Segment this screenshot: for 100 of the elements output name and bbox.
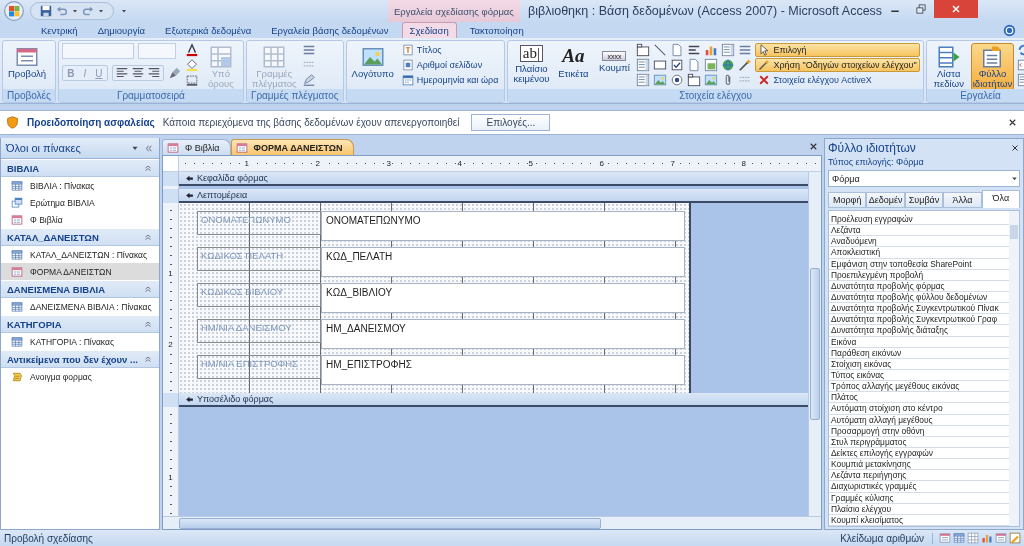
property-name[interactable]: Τύπος εικόνας <box>829 369 1009 382</box>
property-name[interactable]: Αναδυόμενη <box>829 236 1009 248</box>
property-name[interactable]: Δυνατότητα προβολής Συγκεντρωτικού Γραφ <box>829 314 1009 326</box>
property-name[interactable]: Προέλευση εγγραφών <box>829 214 1009 226</box>
collapse-icon[interactable] <box>143 232 153 242</box>
property-name[interactable]: Τρόπος αλλαγής μεγέθους εικόνας <box>829 381 1009 393</box>
rectangle-icon[interactable] <box>653 58 668 72</box>
property-tab[interactable]: Συμβάν <box>904 192 944 208</box>
property-name[interactable]: Διαχωριστικές γραμμές <box>829 481 1009 493</box>
group-header[interactable]: ΚΑΤΑΛ_ΔΑΝΕΙΣΤΩΝ <box>1 228 159 246</box>
vertical-scrollbar[interactable] <box>1009 211 1019 526</box>
property-name[interactable]: Προεπιλεγμένη προβολή <box>829 269 1009 281</box>
form-icon[interactable] <box>995 532 1007 544</box>
group-header[interactable]: ΒΙΒΛΙΑ <box>1 159 159 177</box>
ribbon-tab[interactable]: Σχεδίαση <box>401 22 457 38</box>
collapse-icon[interactable] <box>143 354 153 364</box>
ribbon-button[interactable]: Aa Ετικέτα <box>554 43 593 81</box>
group-header[interactable]: Αντικείμενα που δεν έχουν ... <box>1 350 159 368</box>
ribbon-button[interactable]: Χρήση "Οδηγών στοιχείων ελέγχου" <box>755 58 920 72</box>
collapse-icon[interactable] <box>143 284 153 294</box>
design-view-icon[interactable] <box>1009 532 1021 544</box>
property-tab[interactable]: Μορφή <box>828 192 867 208</box>
grid-icon[interactable] <box>967 532 979 544</box>
ribbon-button[interactable]: Επιλογή <box>755 43 920 57</box>
checkbox-icon[interactable] <box>670 58 685 72</box>
close-button[interactable] <box>934 0 979 18</box>
combo-box-icon[interactable] <box>636 73 651 87</box>
lines-icon[interactable] <box>738 43 753 57</box>
navigation-item[interactable]: Ανοιγμα φορμας <box>1 368 159 385</box>
ribbon-tab[interactable]: Δημιουργία <box>90 23 153 38</box>
navigation-item[interactable]: ΦΟΡΜΑ ΔΑΝΕΙΣΤΩΝ <box>1 263 159 280</box>
ribbon-tab[interactable]: Κεντρική <box>34 23 85 38</box>
ribbon-button[interactable]: ab| Πλαίσιο κειμένου <box>511 43 552 86</box>
close-icon[interactable] <box>808 141 819 152</box>
property-name[interactable]: Κουμπί κλεισίματος <box>829 514 1009 526</box>
bar-chart-icon[interactable] <box>981 532 993 544</box>
lines-icon[interactable] <box>301 43 316 57</box>
group-header[interactable]: ΔΑΝΕΙΣΜΕΝΑ ΒΙΒΛΙΑ <box>1 280 159 298</box>
list-box-icon[interactable] <box>636 58 651 72</box>
table-icon[interactable] <box>953 532 965 544</box>
group-header[interactable]: ΚΑΤΗΓΟΡΙΑ <box>1 315 159 333</box>
property-name[interactable]: Προσαρμογή στην οθόνη <box>829 425 1009 437</box>
caret-icon[interactable] <box>97 7 105 15</box>
navigation-item[interactable]: Ερώτημα ΒΙΒΛΙΑ <box>1 194 159 211</box>
customize-icon[interactable] <box>120 7 128 15</box>
property-name[interactable]: Δείκτες επιλογής εγγραφών <box>829 447 1009 460</box>
pane-header[interactable]: Όλοι οι πίνακες <box>1 138 159 159</box>
property-name[interactable]: Γραμμές κύλισης <box>829 492 1009 504</box>
property-name[interactable]: Λεζάντα <box>829 225 1009 237</box>
scroll-thumb[interactable] <box>179 517 601 529</box>
text-box[interactable]: ΗΜ_ΔΑΝΕΙΣΜΟΥ <box>321 319 685 349</box>
list-box-icon[interactable] <box>721 43 736 57</box>
ribbon-tab[interactable]: Εξωτερικά δεδομένα <box>158 23 259 38</box>
property-name[interactable]: Εμφάνιση στην τοποθεσία SharePoint <box>829 258 1009 270</box>
section-bar[interactable]: Λεπτομέρεια <box>179 189 808 203</box>
line-icon[interactable] <box>653 43 668 57</box>
collapse-icon[interactable] <box>143 163 153 173</box>
property-name[interactable]: Παράθεση εικόνων <box>829 347 1009 359</box>
globe-icon[interactable] <box>721 58 736 72</box>
property-name[interactable]: Δυνατότητα προβολής Συγκεντρωτικού Πίνακ <box>829 303 1009 315</box>
form-icon[interactable] <box>939 532 951 544</box>
section-bar[interactable]: Υποσέλιδο φόρμας <box>179 393 808 407</box>
property-name[interactable]: Αποκλειστική <box>829 247 1009 259</box>
app-menu-button[interactable] <box>4 1 24 21</box>
property-name[interactable]: Στοίχιση εικόνας <box>829 358 1009 370</box>
ribbon-tab[interactable]: Εργαλεία βάσης δεδομένων <box>264 23 396 38</box>
tab-control-icon[interactable] <box>636 43 651 57</box>
navigation-item[interactable]: ΚΑΤΑΛ_ΔΑΝΕΙΣΤΩΝ : Πίνακας <box>1 246 159 263</box>
ribbon-button[interactable]: Λογότυπο <box>349 43 396 81</box>
navigation-item[interactable]: ΔΑΝΕΙΣΜΕΝΑ ΒΙΒΛΙΑ : Πίνακας <box>1 298 159 315</box>
navigation-item[interactable]: ΚΑΤΗΓΟΡΙΑ : Πίνακας <box>1 333 159 350</box>
property-name[interactable]: Πλάτος <box>829 392 1009 404</box>
property-name[interactable]: Πλαίσιο ελέγχου <box>829 503 1009 515</box>
radio-button-icon[interactable] <box>670 73 685 87</box>
property-name[interactable]: Εικόνα <box>829 336 1009 348</box>
fill-color-icon[interactable] <box>184 58 199 72</box>
property-tab[interactable]: Δεδομέν <box>866 192 905 208</box>
ribbon-tab[interactable]: Τακτοποίηση <box>462 23 531 38</box>
text-box[interactable]: ΟΝΟΜΑΤΕΠΩΝΥΜΟ <box>321 211 685 241</box>
wand-icon[interactable] <box>738 58 753 72</box>
caret-icon[interactable] <box>71 7 79 15</box>
options-button[interactable]: Επιλογές... <box>471 114 551 131</box>
section-bar[interactable]: Κεφαλίδα φόρμας <box>179 172 808 186</box>
toggle-icon[interactable] <box>687 43 702 57</box>
document-tab[interactable]: Φ Βιβλία <box>162 139 231 155</box>
vertical-scrollbar[interactable] <box>808 172 821 516</box>
pen-icon[interactable] <box>301 73 316 87</box>
text-box[interactable]: ΚΩΔ_ΒΙΒΛΙΟΥ <box>321 283 685 313</box>
ribbon-button[interactable]: Τίτλος <box>398 43 502 57</box>
text-box[interactable]: ΚΩΔ_ΠΕΛΑΤΗ <box>321 247 685 277</box>
collapse-icon[interactable] <box>143 319 153 329</box>
ribbon-button[interactable]: Λίστα πεδίων <box>929 43 968 91</box>
property-name[interactable]: Δυνατότητα προβολής διάταξης <box>829 325 1009 337</box>
document-tab[interactable]: ΦΟΡΜΑ ΔΑΝΕΙΣΤΩΝ <box>230 139 354 155</box>
restore-icon[interactable] <box>915 3 928 15</box>
close-icon[interactable] <box>1010 143 1020 153</box>
navigation-item[interactable]: ΒΙΒΛΙΑ : Πίνακας <box>1 177 159 194</box>
tab-control-icon[interactable] <box>687 73 702 87</box>
property-name[interactable]: Αυτόματη στοίχιση στο κέντρο <box>829 403 1009 415</box>
help-icon[interactable] <box>1003 23 1016 37</box>
